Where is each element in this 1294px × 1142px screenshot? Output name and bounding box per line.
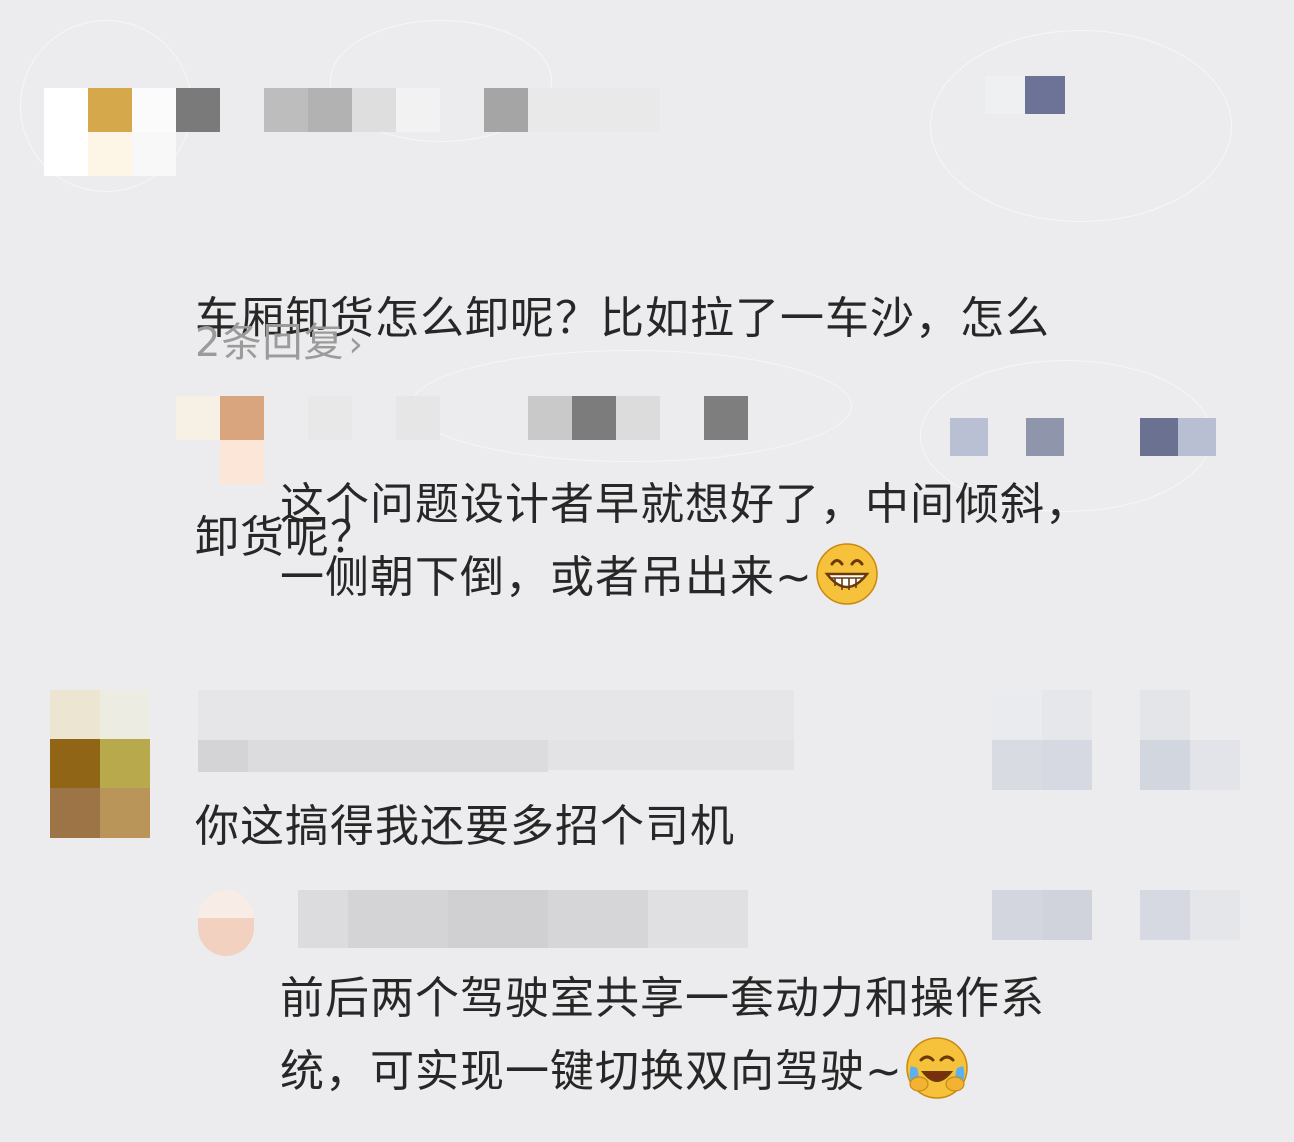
reply-text-line-content: 一侧朝下倒，或者吊出来~ — [280, 552, 813, 603]
avatar[interactable] — [198, 890, 254, 956]
reply-text-line: 前后两个驾驶室共享一套动力和操作系 — [280, 973, 1045, 1024]
reply-text: 前后两个驾驶室共享一套动力和操作系 统，可实现一键切换双向驾驶~ — [280, 962, 1045, 1108]
avatar[interactable] — [176, 396, 264, 484]
username[interactable] — [298, 890, 774, 948]
reply-text-line: 统，可实现一键切换双向驾驶~ — [280, 1035, 1045, 1108]
avatar[interactable] — [50, 690, 150, 838]
reply-text-line: 这个问题设计者早就想好了，中间倾斜， — [280, 479, 1090, 530]
username[interactable] — [198, 690, 794, 780]
reply-text: 这个问题设计者早就想好了，中间倾斜， 一侧朝下倒，或者吊出来~ — [280, 468, 1090, 614]
like-area[interactable] — [992, 890, 1240, 940]
user-badge — [985, 76, 1065, 114]
grinning-face-emoji-icon — [816, 543, 878, 605]
comment-text: 你这搞得我还要多招个司机 — [195, 801, 735, 852]
username[interactable] — [308, 396, 748, 440]
username[interactable] — [176, 88, 660, 134]
avatar[interactable] — [44, 88, 176, 176]
face-with-tears-of-joy-emoji-icon — [906, 1037, 968, 1099]
reply-count-label: 2条回复 — [195, 320, 345, 366]
chevron-right-icon: › — [348, 324, 364, 365]
view-replies-link[interactable]: 2条回复 › — [195, 310, 364, 368]
like-area[interactable] — [992, 690, 1240, 790]
user-badge — [950, 418, 1216, 456]
reply-text-line: 一侧朝下倒，或者吊出来~ — [280, 541, 1090, 614]
reply-text-line-content: 统，可实现一键切换双向驾驶~ — [280, 1046, 903, 1097]
